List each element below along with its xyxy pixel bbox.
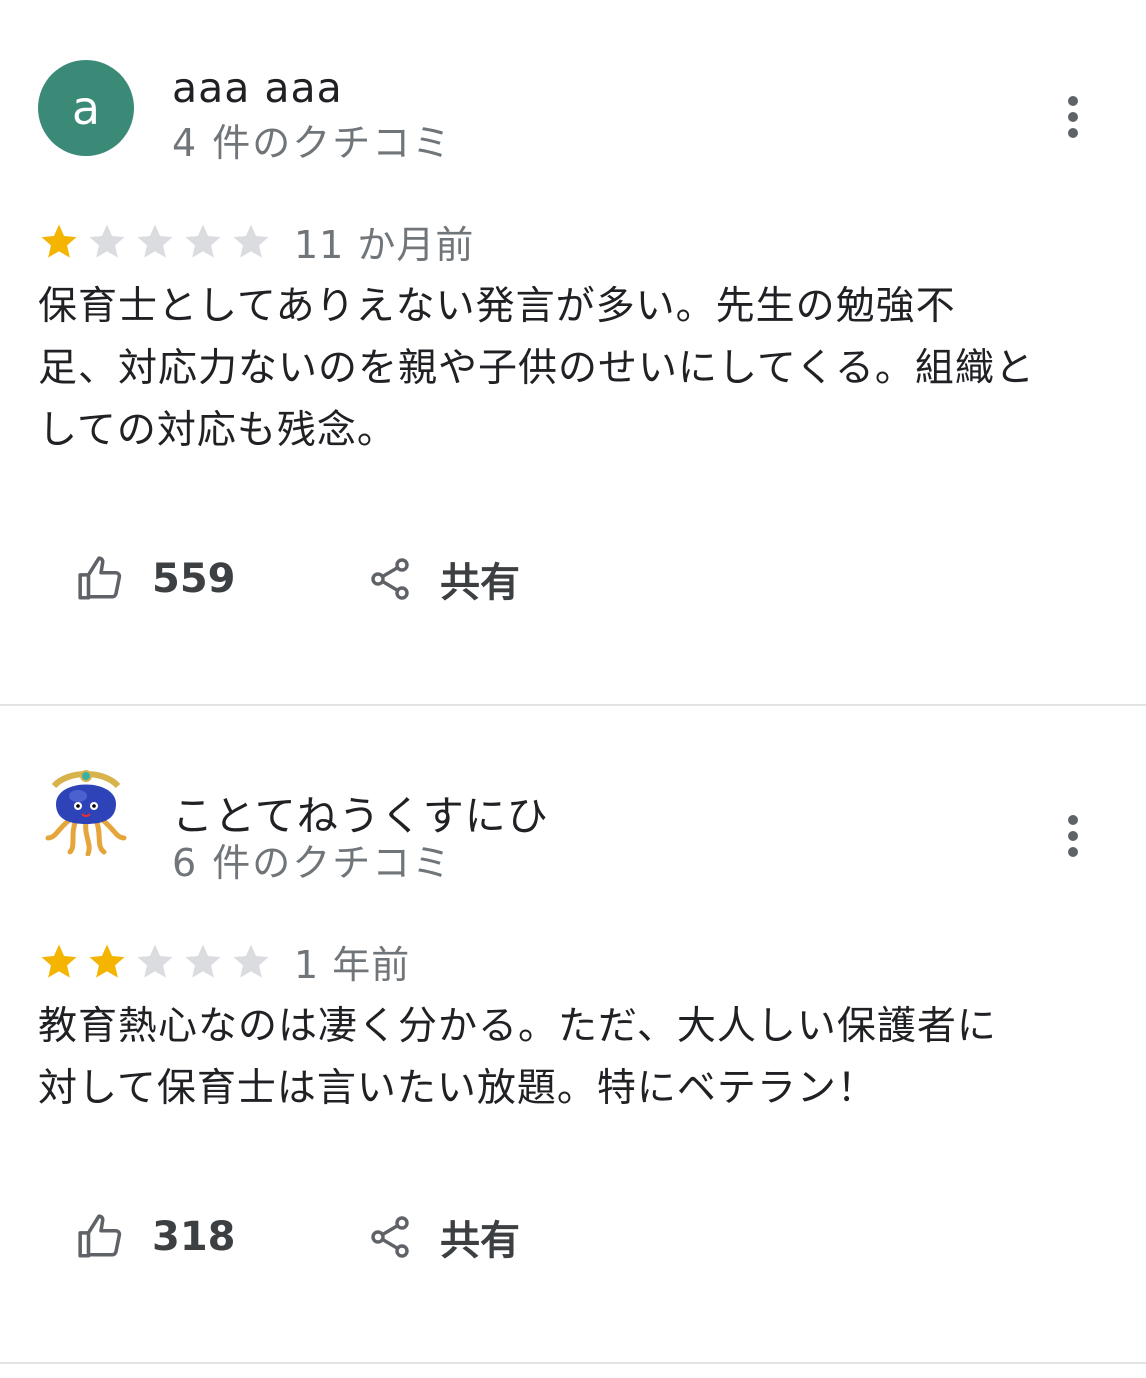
star-empty-icon xyxy=(233,224,269,258)
review-actions: 559 共有 xyxy=(76,550,520,608)
thumbs-up-icon xyxy=(78,556,122,600)
more-vert-icon[interactable] xyxy=(1066,96,1080,144)
avatar-image xyxy=(45,770,127,857)
star-empty-icon xyxy=(137,944,173,978)
reviewer-review-count[interactable]: 6 件のクチコミ xyxy=(172,832,452,887)
like-count: 318 xyxy=(152,1214,236,1260)
thumbs-up-icon xyxy=(78,1214,122,1258)
like-button[interactable]: 318 xyxy=(76,1212,366,1262)
avatar-letter: a xyxy=(71,81,101,135)
star-filled-icon xyxy=(89,944,125,978)
stars xyxy=(38,221,278,263)
review-text: 保育士としてありえない発言が多い。先生の勉強不 足、対応力ないのを親や子供のせい… xyxy=(38,276,1118,462)
star-rating: 11 か月前 xyxy=(38,214,474,269)
like-button[interactable]: 559 xyxy=(76,554,366,604)
avatar[interactable] xyxy=(38,760,134,857)
review-text-line: 対して保育士は言いたい放題。特にベテラン！ xyxy=(38,1066,877,1111)
avatar[interactable]: a xyxy=(38,60,134,156)
reviewer-review-count[interactable]: 4 件のクチコミ xyxy=(172,112,452,167)
share-icon xyxy=(371,1216,409,1258)
star-empty-icon xyxy=(89,224,125,258)
star-empty-icon xyxy=(185,224,221,258)
review-text-line: 教育熱心なのは凄く分かる。ただ、大人しい保護者に xyxy=(38,1004,997,1049)
share-button[interactable]: 共有 xyxy=(366,550,520,608)
star-rating: 1 年前 xyxy=(38,934,410,989)
share-label: 共有 xyxy=(440,1218,520,1264)
like-count: 559 xyxy=(152,556,236,602)
review-text: 教育熱心なのは凄く分かる。ただ、大人しい保護者に 対して保育士は言いたい放題。特… xyxy=(38,996,1118,1120)
reviewer-name[interactable]: aaa aaa xyxy=(172,64,343,112)
star-empty-icon xyxy=(185,944,221,978)
share-label: 共有 xyxy=(440,560,520,606)
review-actions: 318 共有 xyxy=(76,1208,520,1266)
star-filled-icon xyxy=(41,224,77,258)
star-empty-icon xyxy=(233,944,269,978)
star-empty-icon xyxy=(137,224,173,258)
stars xyxy=(38,941,278,983)
share-button[interactable]: 共有 xyxy=(366,1208,520,1266)
review-card: a aaa aaa 4 件のクチコミ 11 か月前 保育士としてありえない発言が… xyxy=(0,0,1146,706)
share-icon xyxy=(371,558,409,600)
review-text-line: しての対応も残念。 xyxy=(38,408,397,453)
review-text-line: 足、対応力ないのを親や子供のせいにしてくる。組織と xyxy=(38,346,1035,391)
star-filled-icon xyxy=(41,944,77,978)
review-text-line: 保育士としてありえない発言が多い。先生の勉強不 xyxy=(38,284,956,329)
more-vert-icon[interactable] xyxy=(1066,815,1080,863)
review-time: 1 年前 xyxy=(294,943,411,987)
review-card: ことてねうくすにひ 6 件のクチコミ 1 年前 教育熱心なのは凄く分かる。ただ、… xyxy=(0,706,1146,1364)
review-time: 11 か月前 xyxy=(294,223,475,267)
